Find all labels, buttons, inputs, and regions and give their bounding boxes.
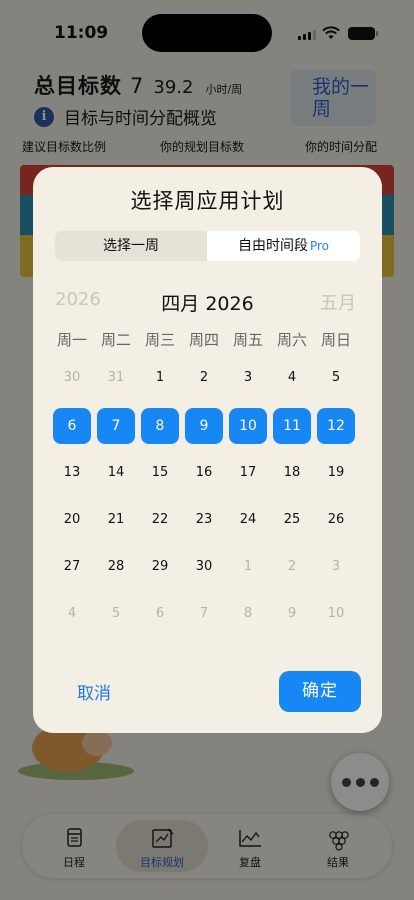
calendar-day[interactable]: 15 <box>141 455 179 491</box>
calendar-day[interactable]: 17 <box>229 455 267 491</box>
calendar-day[interactable]: 2 <box>273 549 311 585</box>
calendar-day[interactable]: 3 <box>229 360 267 396</box>
weekday-label: 周六 <box>276 331 307 349</box>
calendar-day[interactable]: 4 <box>53 596 91 632</box>
calendar-day[interactable]: 5 <box>317 360 355 396</box>
calendar-day[interactable]: 21 <box>97 502 135 538</box>
calendar-day-selected[interactable]: 11 <box>273 408 311 444</box>
calendar-day[interactable]: 4 <box>273 360 311 396</box>
calendar-day-selected[interactable]: 8 <box>141 408 179 444</box>
calendar-day[interactable]: 6 <box>141 596 179 632</box>
calendar-day[interactable]: 30 <box>53 360 91 396</box>
dialog-title: 选择周应用计划 <box>130 189 285 213</box>
calendar-day[interactable]: 1 <box>229 549 267 585</box>
segment-free-range-label: 自由时间段 <box>237 238 308 254</box>
calendar-day[interactable]: 26 <box>317 502 355 538</box>
weekday-label: 周二 <box>100 331 131 349</box>
calendar-day[interactable]: 20 <box>53 502 91 538</box>
calendar-day[interactable]: 28 <box>97 549 135 585</box>
calendar-day[interactable]: 27 <box>53 549 91 585</box>
calendar-day[interactable]: 10 <box>317 596 355 632</box>
calendar-day[interactable]: 23 <box>185 502 223 538</box>
calendar-day[interactable]: 18 <box>273 455 311 491</box>
next-month-button[interactable]: 五月 <box>320 289 356 315</box>
calendar-day-selected[interactable]: 10 <box>229 408 267 444</box>
month-navigation: 四月 2026 2026 五月 <box>33 289 382 315</box>
weekday-label: 周三 <box>144 331 175 349</box>
confirm-button[interactable]: 确定 <box>279 671 361 712</box>
pro-badge: Pro <box>309 239 330 253</box>
calendar-day-selected[interactable]: 6 <box>53 408 91 444</box>
calendar-day[interactable]: 29 <box>141 549 179 585</box>
segment-free-range[interactable]: 自由时间段 Pro <box>207 231 360 261</box>
calendar-day[interactable]: 31 <box>97 360 135 396</box>
calendar-day[interactable]: 5 <box>97 596 135 632</box>
calendar-day[interactable]: 14 <box>97 455 135 491</box>
cancel-button[interactable]: 取消 <box>77 679 111 704</box>
calendar-day[interactable]: 25 <box>273 502 311 538</box>
calendar-day[interactable]: 30 <box>185 549 223 585</box>
weekday-label: 周五 <box>232 331 263 349</box>
calendar-day[interactable]: 13 <box>53 455 91 491</box>
week-plan-dialog: 选择周应用计划 选择一周 自由时间段 Pro 四月 2026 2026 五月 周一… <box>33 167 382 733</box>
calendar-day[interactable]: 22 <box>141 502 179 538</box>
prev-month-button[interactable]: 2026 <box>55 289 101 310</box>
calendar-day[interactable]: 19 <box>317 455 355 491</box>
segment-select-week[interactable]: 选择一周 <box>55 231 207 261</box>
weekday-label: 周一 <box>56 331 87 349</box>
calendar-day[interactable]: 7 <box>185 596 223 632</box>
calendar-day[interactable]: 24 <box>229 502 267 538</box>
weekday-label: 周日 <box>320 331 351 349</box>
calendar-day[interactable]: 3 <box>317 549 355 585</box>
calendar-day[interactable]: 8 <box>229 596 267 632</box>
segment-select-week-label: 选择一周 <box>103 238 159 254</box>
mode-segmented-control: 选择一周 自由时间段 Pro <box>55 231 360 261</box>
calendar-day[interactable]: 16 <box>185 455 223 491</box>
calendar-day[interactable]: 9 <box>273 596 311 632</box>
calendar-day[interactable]: 2 <box>185 360 223 396</box>
calendar-day-selected[interactable]: 12 <box>317 408 355 444</box>
calendar-day[interactable]: 1 <box>141 360 179 396</box>
calendar-day-selected[interactable]: 7 <box>97 408 135 444</box>
calendar-day-selected[interactable]: 9 <box>185 408 223 444</box>
weekday-label: 周四 <box>188 331 219 349</box>
